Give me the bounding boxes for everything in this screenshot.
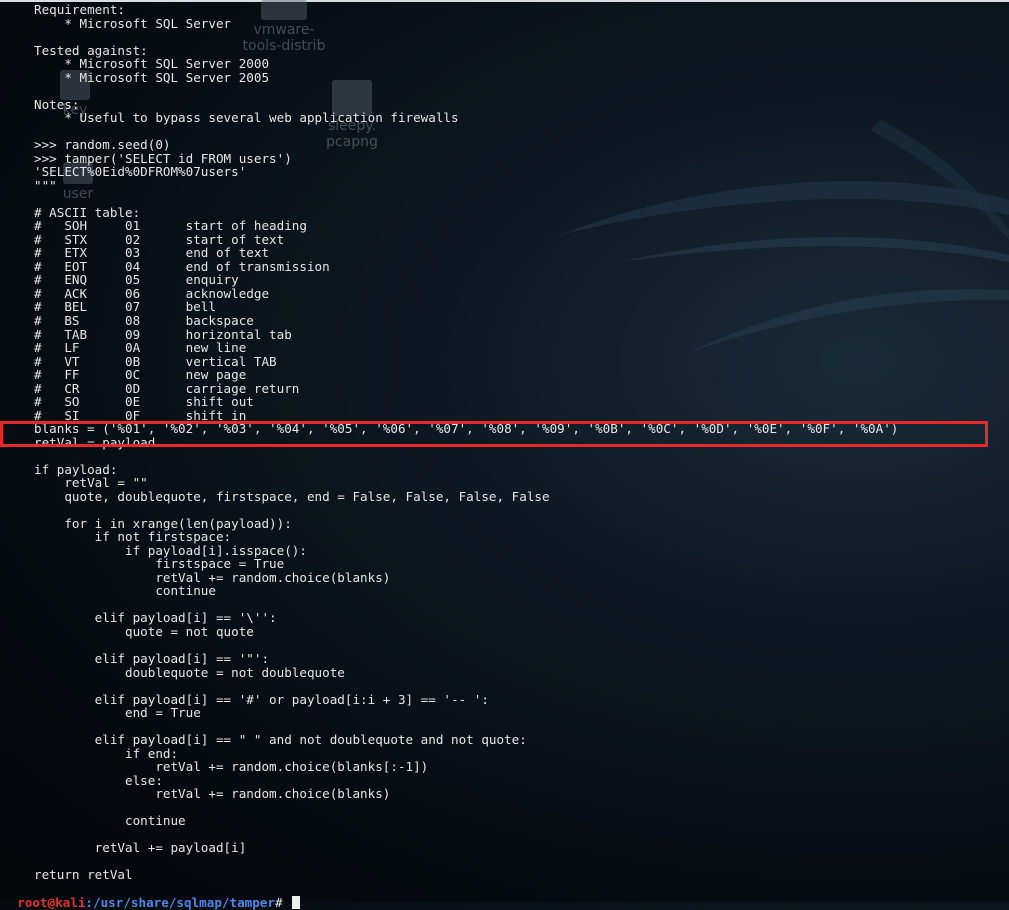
terminal-line: * Microsoft SQL Server: [34, 15, 232, 31]
terminal-line: quote, doublequote, firstspace, end = Fa…: [34, 488, 550, 504]
blanks-highlight-box: [0, 421, 988, 447]
terminal-line: # BS 08 backspace: [34, 313, 254, 328]
terminal-line: continue: [34, 583, 216, 599]
terminal-line: end = True: [34, 705, 201, 720]
terminal-line: continue: [34, 813, 186, 829]
terminal-line: * Useful to bypass several web applicati…: [34, 110, 459, 126]
terminal-line: retVal += random.choice(blanks): [34, 786, 391, 802]
terminal-line: * Microsoft SQL Server 2005: [34, 69, 270, 85]
terminal-line: retVal += payload[i]: [34, 840, 247, 856]
terminal-line: * Microsoft SQL Server 2000: [34, 56, 270, 72]
terminal-line: Requirement:: [34, 2, 125, 17]
terminal-line: return retVal: [34, 867, 133, 883]
terminal-line: 'SELECT%0Eid%0DFROM%07users': [34, 164, 247, 180]
prompt-symbol: #: [274, 895, 291, 910]
terminal-line: """: [34, 177, 57, 193]
prompt-path: :/usr/share/sqlmap/tamper: [85, 895, 275, 910]
terminal-line: # FF 0C new page: [34, 367, 247, 382]
terminal-line: elif payload[i] == " " and not doublequo…: [34, 732, 527, 748]
terminal-line: quote = not quote: [34, 623, 254, 639]
terminal-line: # SO 0E shift out: [34, 394, 254, 410]
terminal-line: elif payload[i] == '"':: [34, 651, 270, 666]
shell-prompt[interactable]: root@kali:/usr/share/sqlmap/tamper#: [2, 882, 301, 910]
terminal-output[interactable]: Requirement: * Microsoft SQL Server Teste…: [0, 0, 1009, 902]
text-cursor: [292, 896, 301, 909]
terminal-line: doublequote = not doublequote: [34, 664, 345, 680]
terminal-line: retVal += random.choice(blanks[:-1]): [34, 759, 429, 775]
terminal-line: # LF 0A new line: [34, 340, 247, 355]
prompt-user-host: root@kali: [17, 895, 86, 910]
